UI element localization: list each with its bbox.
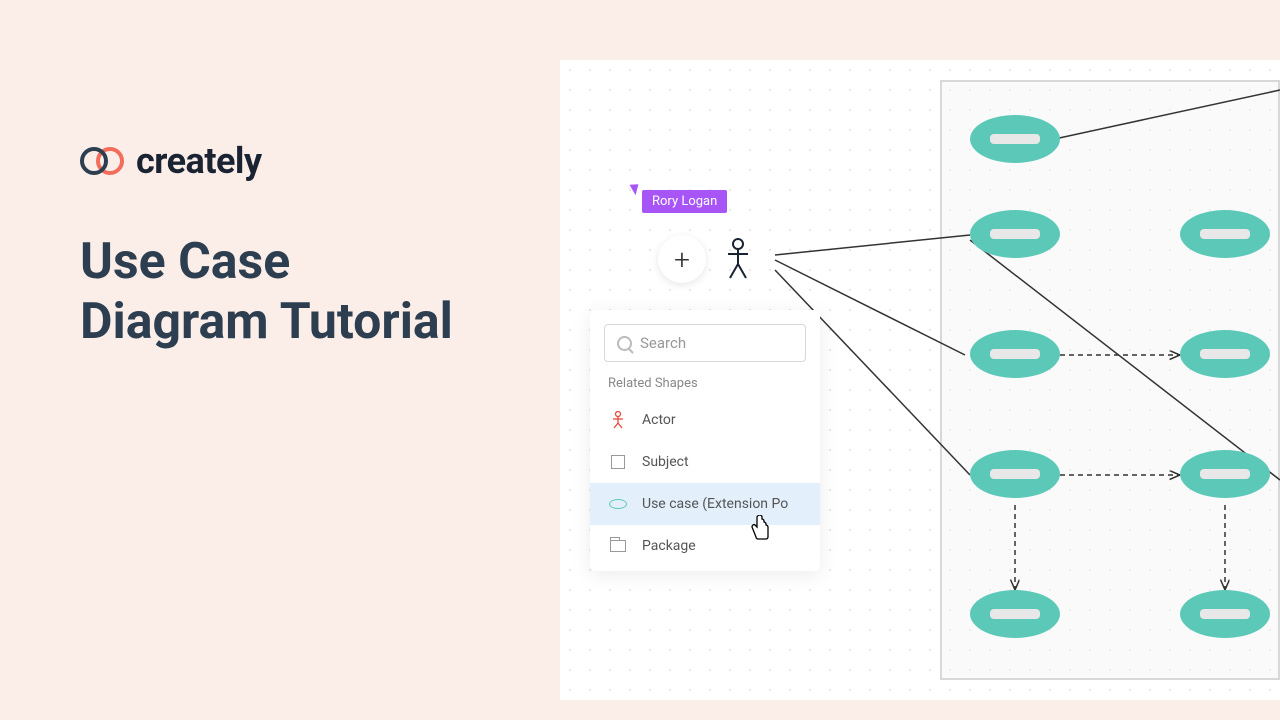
hero-text-block: creately Use Case Diagram Tutorial: [80, 140, 453, 352]
search-placeholder: Search: [640, 334, 686, 352]
brand-name: creately: [136, 140, 262, 182]
use-case-node[interactable]: [1180, 590, 1270, 638]
shape-item-label: Use case (Extension Po: [642, 496, 788, 512]
shape-item-usecase[interactable]: Use case (Extension Po: [590, 483, 820, 525]
logo-mark-icon: [80, 147, 124, 175]
subject-icon: [608, 454, 628, 470]
use-case-node[interactable]: [970, 115, 1060, 163]
collaborator-tag: Rory Logan: [642, 190, 727, 213]
use-case-node[interactable]: [1180, 210, 1270, 258]
title-line-1: Use Case: [80, 232, 453, 292]
shape-item-label: Actor: [642, 412, 676, 428]
shape-item-label: Package: [642, 538, 696, 554]
usecase-icon: [608, 496, 628, 512]
actor-icon: [608, 412, 628, 428]
quick-add-row: +: [658, 235, 750, 283]
use-case-node[interactable]: [970, 330, 1060, 378]
diagram-canvas[interactable]: Rory Logan + Search Related Shapes Actor…: [560, 60, 1280, 700]
shape-item-package[interactable]: Package: [590, 525, 820, 567]
add-shape-button[interactable]: +: [658, 235, 706, 283]
actor-icon[interactable]: [726, 238, 750, 280]
panel-section-title: Related Shapes: [590, 376, 820, 399]
search-input[interactable]: Search: [604, 324, 806, 362]
title-line-2: Diagram Tutorial: [80, 292, 453, 352]
shape-item-label: Subject: [642, 454, 689, 470]
use-case-node[interactable]: [970, 210, 1060, 258]
brand-logo: creately: [80, 140, 453, 182]
use-case-node[interactable]: [1180, 450, 1270, 498]
package-icon: [608, 538, 628, 554]
use-case-node[interactable]: [970, 590, 1060, 638]
shape-item-subject[interactable]: Subject: [590, 441, 820, 483]
use-case-node[interactable]: [970, 450, 1060, 498]
shape-item-actor[interactable]: Actor: [590, 399, 820, 441]
use-case-node[interactable]: [1180, 330, 1270, 378]
shape-picker-panel: Search Related Shapes Actor Subject Use …: [590, 310, 820, 571]
search-icon: [617, 336, 632, 351]
page-title: Use Case Diagram Tutorial: [80, 232, 453, 352]
